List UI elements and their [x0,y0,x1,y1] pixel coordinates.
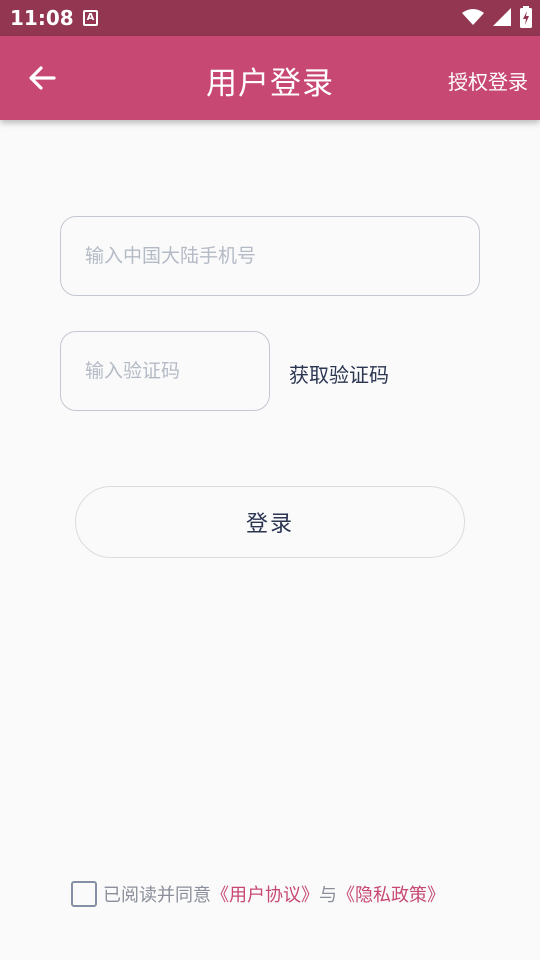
battery-charging-icon [520,6,532,28]
agreement-prefix: 已阅读并同意 [103,885,211,906]
agreement-checkbox[interactable] [71,881,97,907]
notification-icon: A [83,10,98,26]
phone-input-container [60,216,480,296]
status-bar: 11:08 A [0,0,540,36]
agreement-conjunction: 与 [319,885,337,906]
privacy-policy-link[interactable]: 《隐私政策》 [337,881,445,907]
signal-icon [493,8,511,26]
verification-code-input[interactable] [85,360,269,382]
authorized-login-button[interactable]: 授权登录 [448,66,528,95]
status-time: 11:08 [10,6,74,30]
login-button[interactable]: 登录 [75,486,465,558]
app-bar: 用户登录 授权登录 [0,36,540,120]
phone-input[interactable] [85,245,479,267]
status-icons [462,6,532,28]
user-agreement-link[interactable]: 《用户协议》 [211,881,319,907]
code-input-container [60,331,270,411]
agreement-row: 已阅读并同意 《用户协议》 与 《隐私政策》 [71,881,445,907]
wifi-icon [462,9,484,25]
get-code-button[interactable]: 获取验证码 [289,359,389,388]
